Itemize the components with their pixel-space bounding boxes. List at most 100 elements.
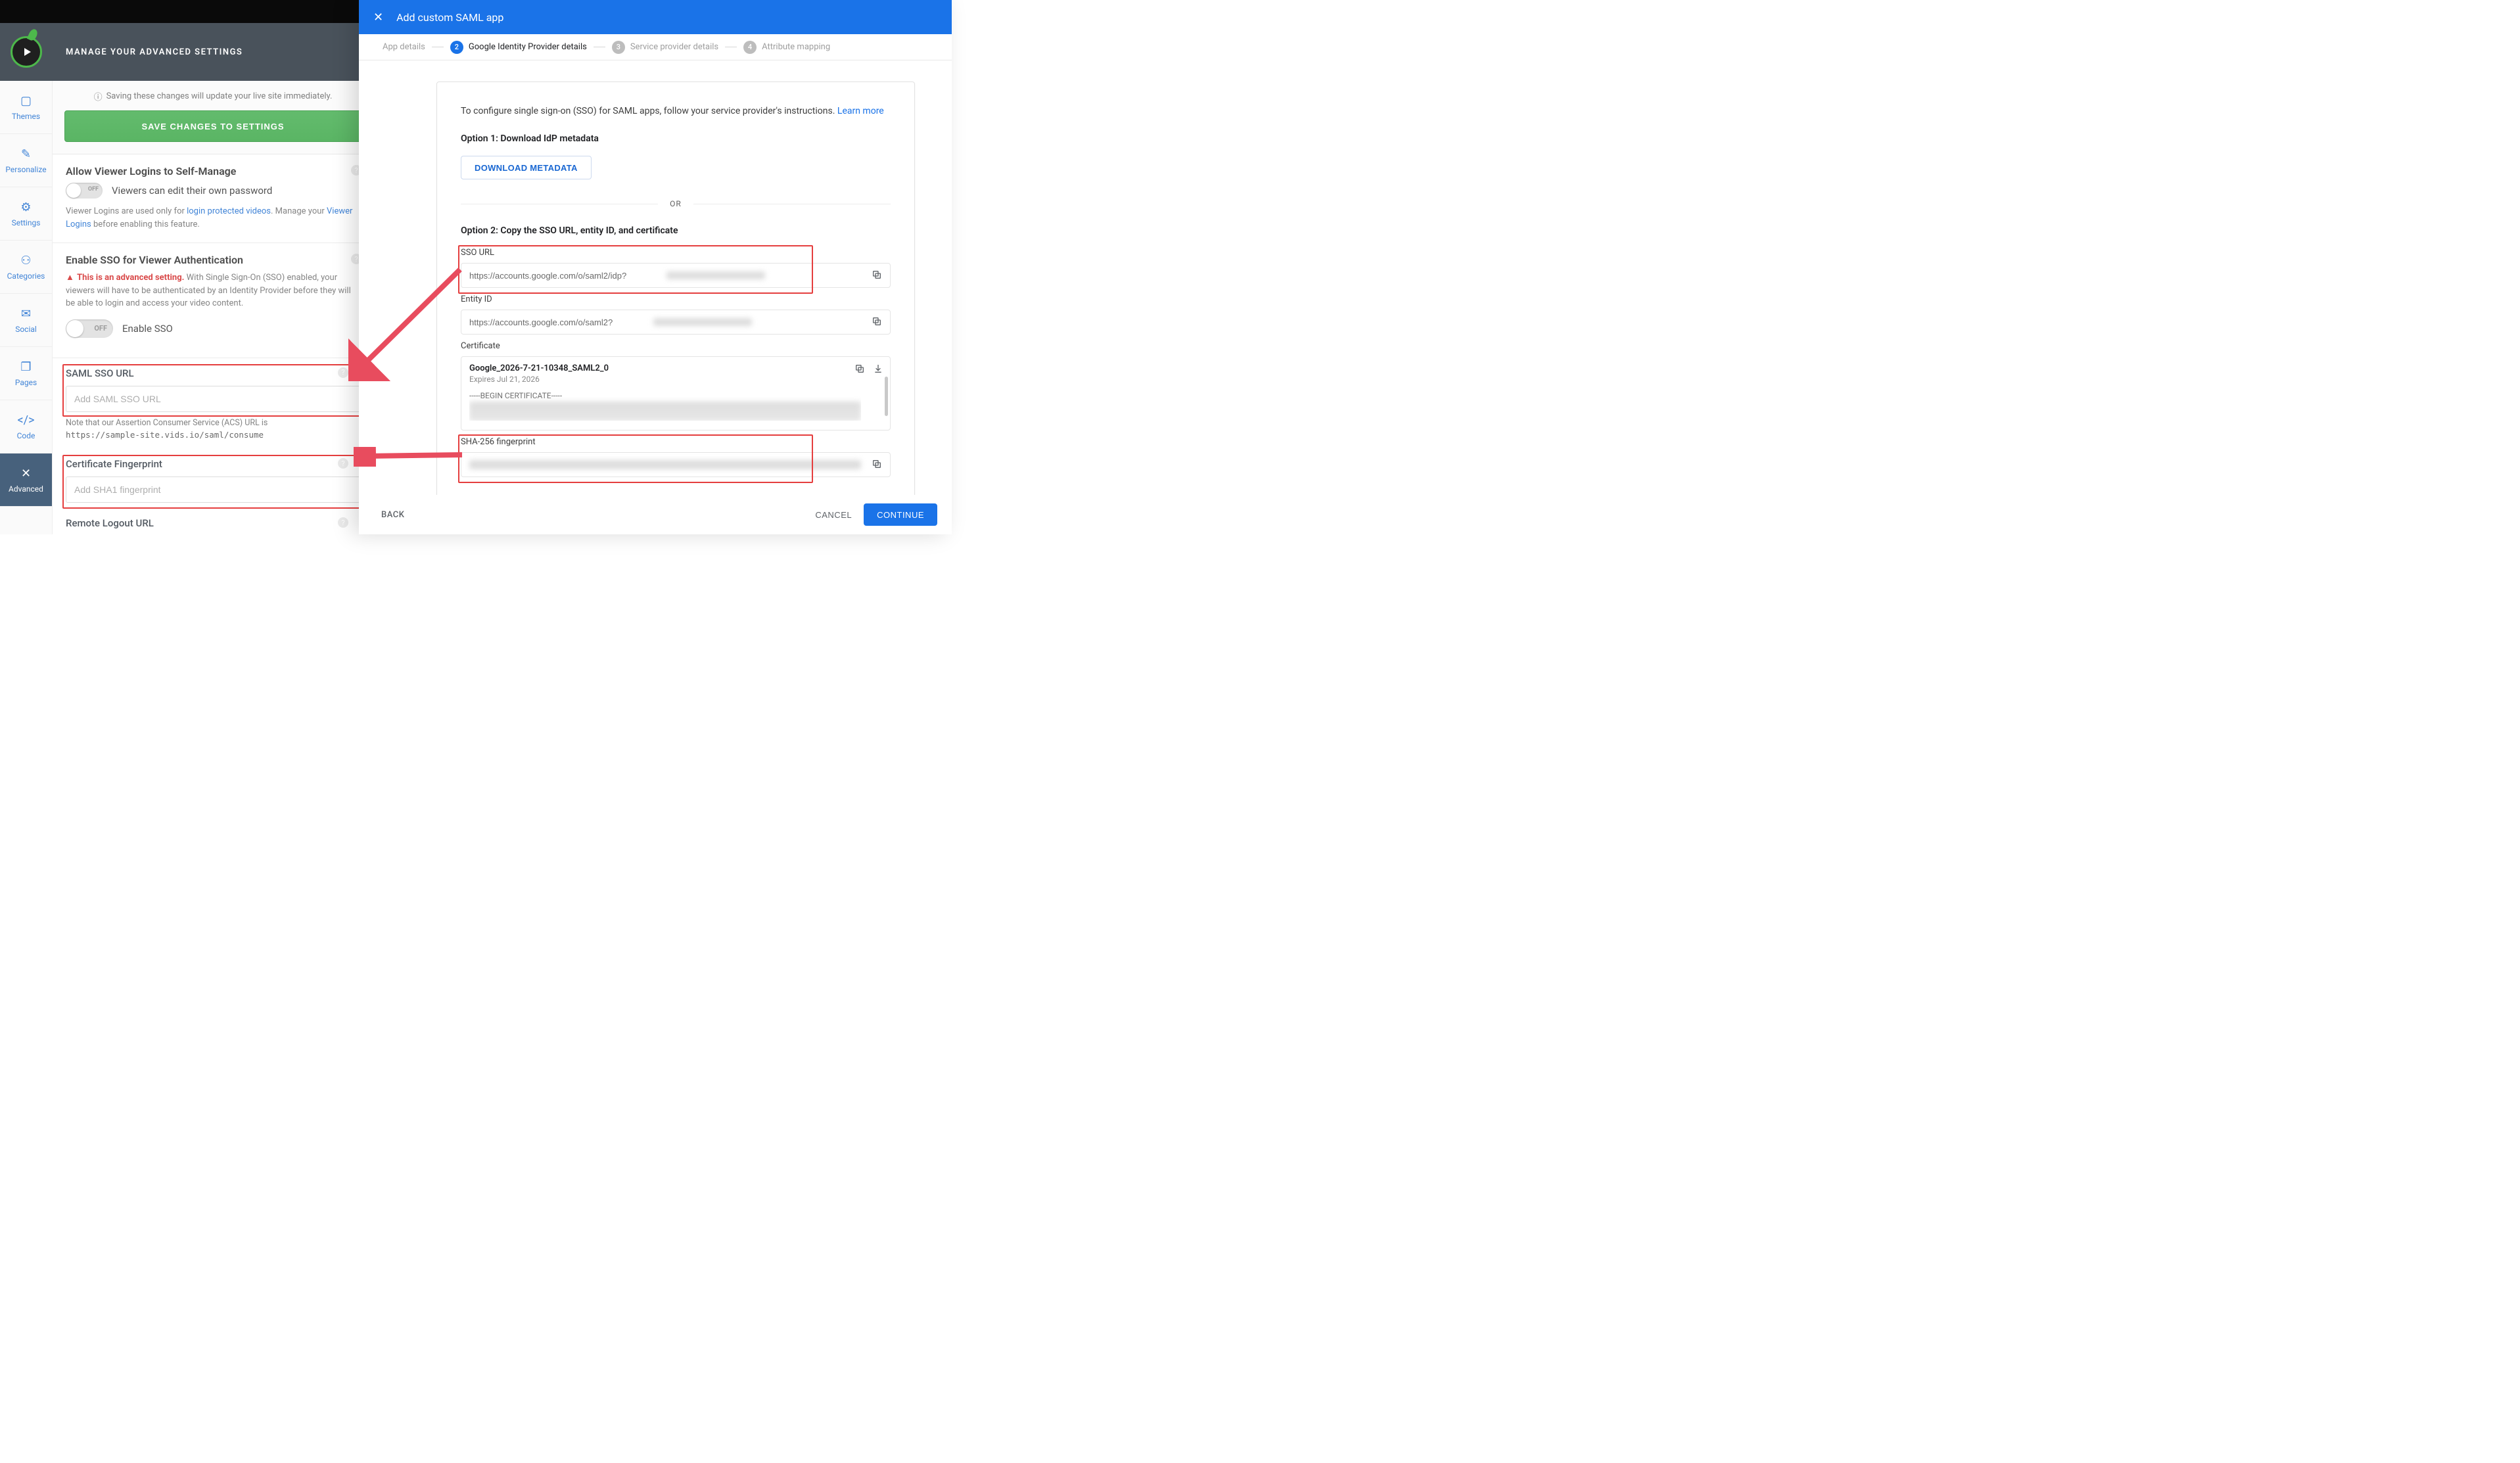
- step-number: 2: [450, 41, 463, 54]
- code-icon: </>: [18, 413, 35, 427]
- redacted-blur: [469, 402, 861, 421]
- sidebar-item-label: Personalize: [5, 165, 46, 174]
- help-icon[interactable]: ?: [338, 517, 348, 528]
- saml-sso-url-input[interactable]: [66, 386, 360, 412]
- enable-sso-toggle[interactable]: OFF: [66, 319, 113, 338]
- card-intro: To configure single sign-on (SSO) for SA…: [461, 106, 891, 116]
- section-saml-sso-url: SAML SSO URL ? Note that our Assertion C…: [66, 367, 360, 443]
- step-app-details[interactable]: App details: [383, 42, 425, 52]
- logo-area: [0, 23, 53, 81]
- copy-icon[interactable]: [872, 316, 882, 327]
- redacted-blur: [469, 460, 861, 469]
- copy-icon[interactable]: [872, 459, 882, 469]
- acs-url: https://sample-site.vids.io/saml/consume: [66, 430, 264, 440]
- field-label: Remote Logout URL: [66, 517, 360, 529]
- tree-icon: ⚇: [20, 254, 31, 267]
- step-number: 4: [743, 41, 757, 54]
- section-self-manage: Allow Viewer Logins to Self-Manage ? OFF…: [53, 154, 373, 243]
- cancel-button[interactable]: CANCEL: [803, 503, 864, 526]
- self-manage-toggle[interactable]: OFF: [66, 183, 103, 198]
- toggle-off-label: OFF: [88, 186, 99, 193]
- close-icon[interactable]: ✕: [373, 11, 383, 24]
- scrollbar[interactable]: [885, 377, 888, 416]
- sidebar-item-advanced[interactable]: ✕ Advanced: [0, 453, 52, 507]
- sidebar-item-personalize[interactable]: ✎ Personalize: [0, 134, 52, 187]
- copy-icon[interactable]: [872, 269, 882, 280]
- toggle-off-label: OFF: [94, 324, 107, 333]
- field-label: Certificate Fingerprint: [66, 458, 360, 470]
- help-icon[interactable]: ?: [338, 367, 348, 378]
- sidebar-item-label: Themes: [12, 112, 40, 121]
- sidebar-item-code[interactable]: </> Code: [0, 400, 52, 453]
- save-banner: ⓘ Saving these changes will update your …: [53, 81, 373, 154]
- redacted-blur: [666, 271, 765, 279]
- help-icon[interactable]: ?: [338, 458, 348, 469]
- idp-card: To configure single sign-on (SSO) for SA…: [436, 81, 915, 495]
- stepper: App details 2 Google Identity Provider d…: [359, 34, 952, 60]
- download-metadata-button[interactable]: DOWNLOAD METADATA: [461, 156, 592, 179]
- cert-expires: Expires Jul 21, 2026: [469, 375, 861, 384]
- save-button[interactable]: SAVE CHANGES TO SETTINGS: [64, 110, 362, 142]
- sidebar-item-label: Social: [15, 325, 37, 334]
- sso-url-value[interactable]: [469, 271, 666, 281]
- sidebar-item-label: Settings: [12, 218, 41, 227]
- copy-icon[interactable]: [854, 363, 865, 377]
- step-sp-details[interactable]: 3 Service provider details: [612, 41, 718, 54]
- certificate-label: Certificate: [461, 341, 891, 351]
- sidebar: ▢ Themes ✎ Personalize ⚙ Settings ⚇ Cate…: [0, 81, 53, 534]
- sidebar-item-label: Advanced: [9, 484, 43, 494]
- page-title: MANAGE YOUR ADVANCED SETTINGS: [66, 47, 243, 57]
- redacted-blur: [653, 318, 752, 326]
- entity-id-label: Entity ID: [461, 294, 891, 304]
- section-enable-sso: Enable SSO for Viewer Authentication ? ▲…: [53, 243, 373, 358]
- cert-begin-line: -----BEGIN CERTIFICATE-----: [469, 390, 861, 402]
- login-protected-link[interactable]: login protected videos: [187, 206, 271, 216]
- enable-sso-label: Enable SSO: [122, 323, 173, 335]
- field-label: SAML SSO URL: [66, 367, 360, 379]
- download-icon[interactable]: [873, 363, 883, 377]
- settings-panel: ⓘ Saving these changes will update your …: [53, 81, 373, 534]
- sidebar-item-settings[interactable]: ⚙ Settings: [0, 187, 52, 241]
- pages-icon: ❐: [20, 360, 31, 374]
- step-attribute-mapping[interactable]: 4 Attribute mapping: [743, 41, 830, 54]
- sidebar-item-label: Pages: [15, 378, 37, 387]
- modal-footer: BACK CANCEL CONTINUE: [359, 495, 952, 534]
- step-number: 3: [612, 41, 625, 54]
- option1-title: Option 1: Download IdP metadata: [461, 133, 891, 144]
- learn-more-link[interactable]: Learn more: [837, 106, 884, 116]
- section-remote-logout-url: Remote Logout URL ?: [66, 517, 360, 534]
- section-cert-fingerprint: Certificate Fingerprint ?: [66, 458, 360, 503]
- certificate-box: Google_2026-7-21-10348_SAML2_0 Expires J…: [461, 356, 891, 430]
- sso-warning: ▲ This is an advanced setting. With Sing…: [66, 271, 360, 310]
- modal-title: Add custom SAML app: [396, 11, 503, 24]
- step-idp-details[interactable]: 2 Google Identity Provider details: [450, 41, 587, 54]
- sidebar-item-label: Code: [17, 431, 35, 440]
- acs-note: Note that our Assertion Consumer Service…: [66, 418, 268, 428]
- sidebar-item-themes[interactable]: ▢ Themes: [0, 81, 52, 134]
- gear-icon: ⚙: [20, 200, 31, 214]
- tools-icon: ✕: [21, 467, 31, 480]
- modal-header: ✕ Add custom SAML app: [359, 0, 952, 34]
- entity-id-field: [461, 310, 891, 335]
- sidebar-item-pages[interactable]: ❐ Pages: [0, 347, 52, 400]
- entity-id-value[interactable]: [469, 317, 653, 327]
- chat-icon: ✉: [21, 307, 31, 321]
- google-modal: ✕ Add custom SAML app App details 2 Goog…: [359, 0, 952, 534]
- pencil-icon: ✎: [21, 147, 31, 161]
- brand-logo: [11, 36, 42, 68]
- sidebar-item-categories[interactable]: ⚇ Categories: [0, 241, 52, 294]
- self-manage-note: Viewer Logins are used only for login pr…: [66, 205, 360, 231]
- sidebar-item-social[interactable]: ✉ Social: [0, 294, 52, 347]
- back-button[interactable]: BACK: [381, 510, 404, 520]
- section-title: Allow Viewer Logins to Self-Manage: [66, 165, 360, 177]
- tag-icon: ▢: [20, 94, 32, 108]
- section-title: Enable SSO for Viewer Authentication: [66, 254, 360, 266]
- modal-body: To configure single sign-on (SSO) for SA…: [359, 60, 952, 495]
- sso-url-label: SSO URL: [461, 248, 891, 258]
- continue-button[interactable]: CONTINUE: [864, 503, 937, 526]
- cert-name: Google_2026-7-21-10348_SAML2_0: [469, 363, 861, 373]
- page-header: MANAGE YOUR ADVANCED SETTINGS: [53, 23, 384, 81]
- option2-title: Option 2: Copy the SSO URL, entity ID, a…: [461, 225, 891, 236]
- play-icon: [24, 48, 31, 56]
- cert-fingerprint-input[interactable]: [66, 476, 360, 503]
